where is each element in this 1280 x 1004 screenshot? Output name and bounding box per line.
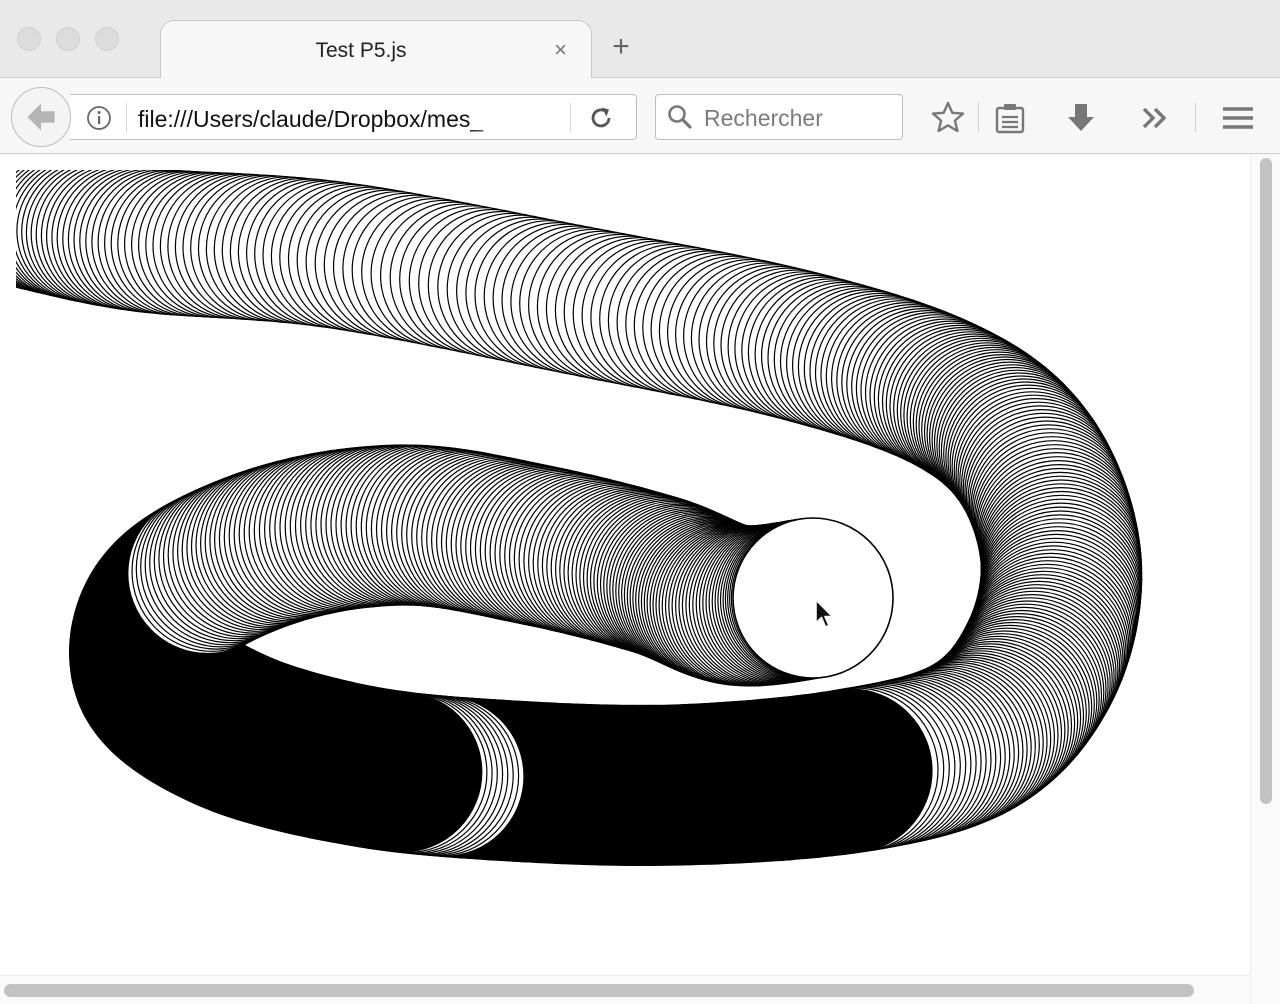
page-content [0, 155, 1250, 975]
browser-window: Test P5.js × + file:///Users/claude/Drop… [0, 0, 1280, 1004]
arrow-left-icon [27, 103, 55, 131]
download-arrow-icon[interactable] [1063, 100, 1099, 136]
minimize-window-button[interactable] [56, 27, 80, 51]
search-icon [668, 105, 692, 129]
mouse-cursor-icon [815, 599, 834, 628]
tab-active[interactable]: Test P5.js × [160, 20, 592, 79]
tab-strip: Test P5.js × + [0, 0, 1280, 79]
vertical-scrollbar[interactable] [1250, 155, 1280, 1004]
search-input[interactable] [704, 104, 894, 132]
star-icon[interactable] [930, 100, 966, 136]
close-window-button[interactable] [17, 27, 41, 51]
info-icon[interactable] [86, 105, 112, 131]
hamburger-icon[interactable] [1220, 100, 1256, 136]
back-button[interactable] [11, 87, 71, 147]
url-separator-right [570, 103, 571, 133]
zoom-window-button[interactable] [95, 27, 119, 51]
double-chevron-icon[interactable] [1137, 100, 1173, 136]
url-bar[interactable]: file:///Users/claude/Dropbox/mes_ [70, 94, 637, 140]
vertical-scroll-thumb[interactable] [1260, 158, 1272, 804]
reload-icon[interactable] [588, 105, 614, 131]
search-bar[interactable] [655, 94, 903, 140]
navigation-toolbar: file:///Users/claude/Dropbox/mes_ [0, 78, 1280, 154]
trail-head-circle [732, 517, 894, 679]
toolbar-separator [978, 102, 979, 132]
url-separator [126, 103, 127, 133]
tab-title: Test P5.js [315, 39, 407, 62]
url-fade [468, 101, 528, 135]
circle-trail-drawing [16, 170, 1143, 867]
horizontal-scrollbar[interactable] [0, 975, 1250, 1004]
tab-close-icon[interactable]: × [554, 35, 567, 65]
horizontal-scroll-thumb[interactable] [4, 984, 1194, 997]
clipboard-icon[interactable] [992, 100, 1028, 136]
toolbar-separator-menu [1195, 102, 1196, 132]
new-tab-button[interactable]: + [606, 32, 636, 62]
p5-canvas[interactable] [16, 170, 1250, 975]
